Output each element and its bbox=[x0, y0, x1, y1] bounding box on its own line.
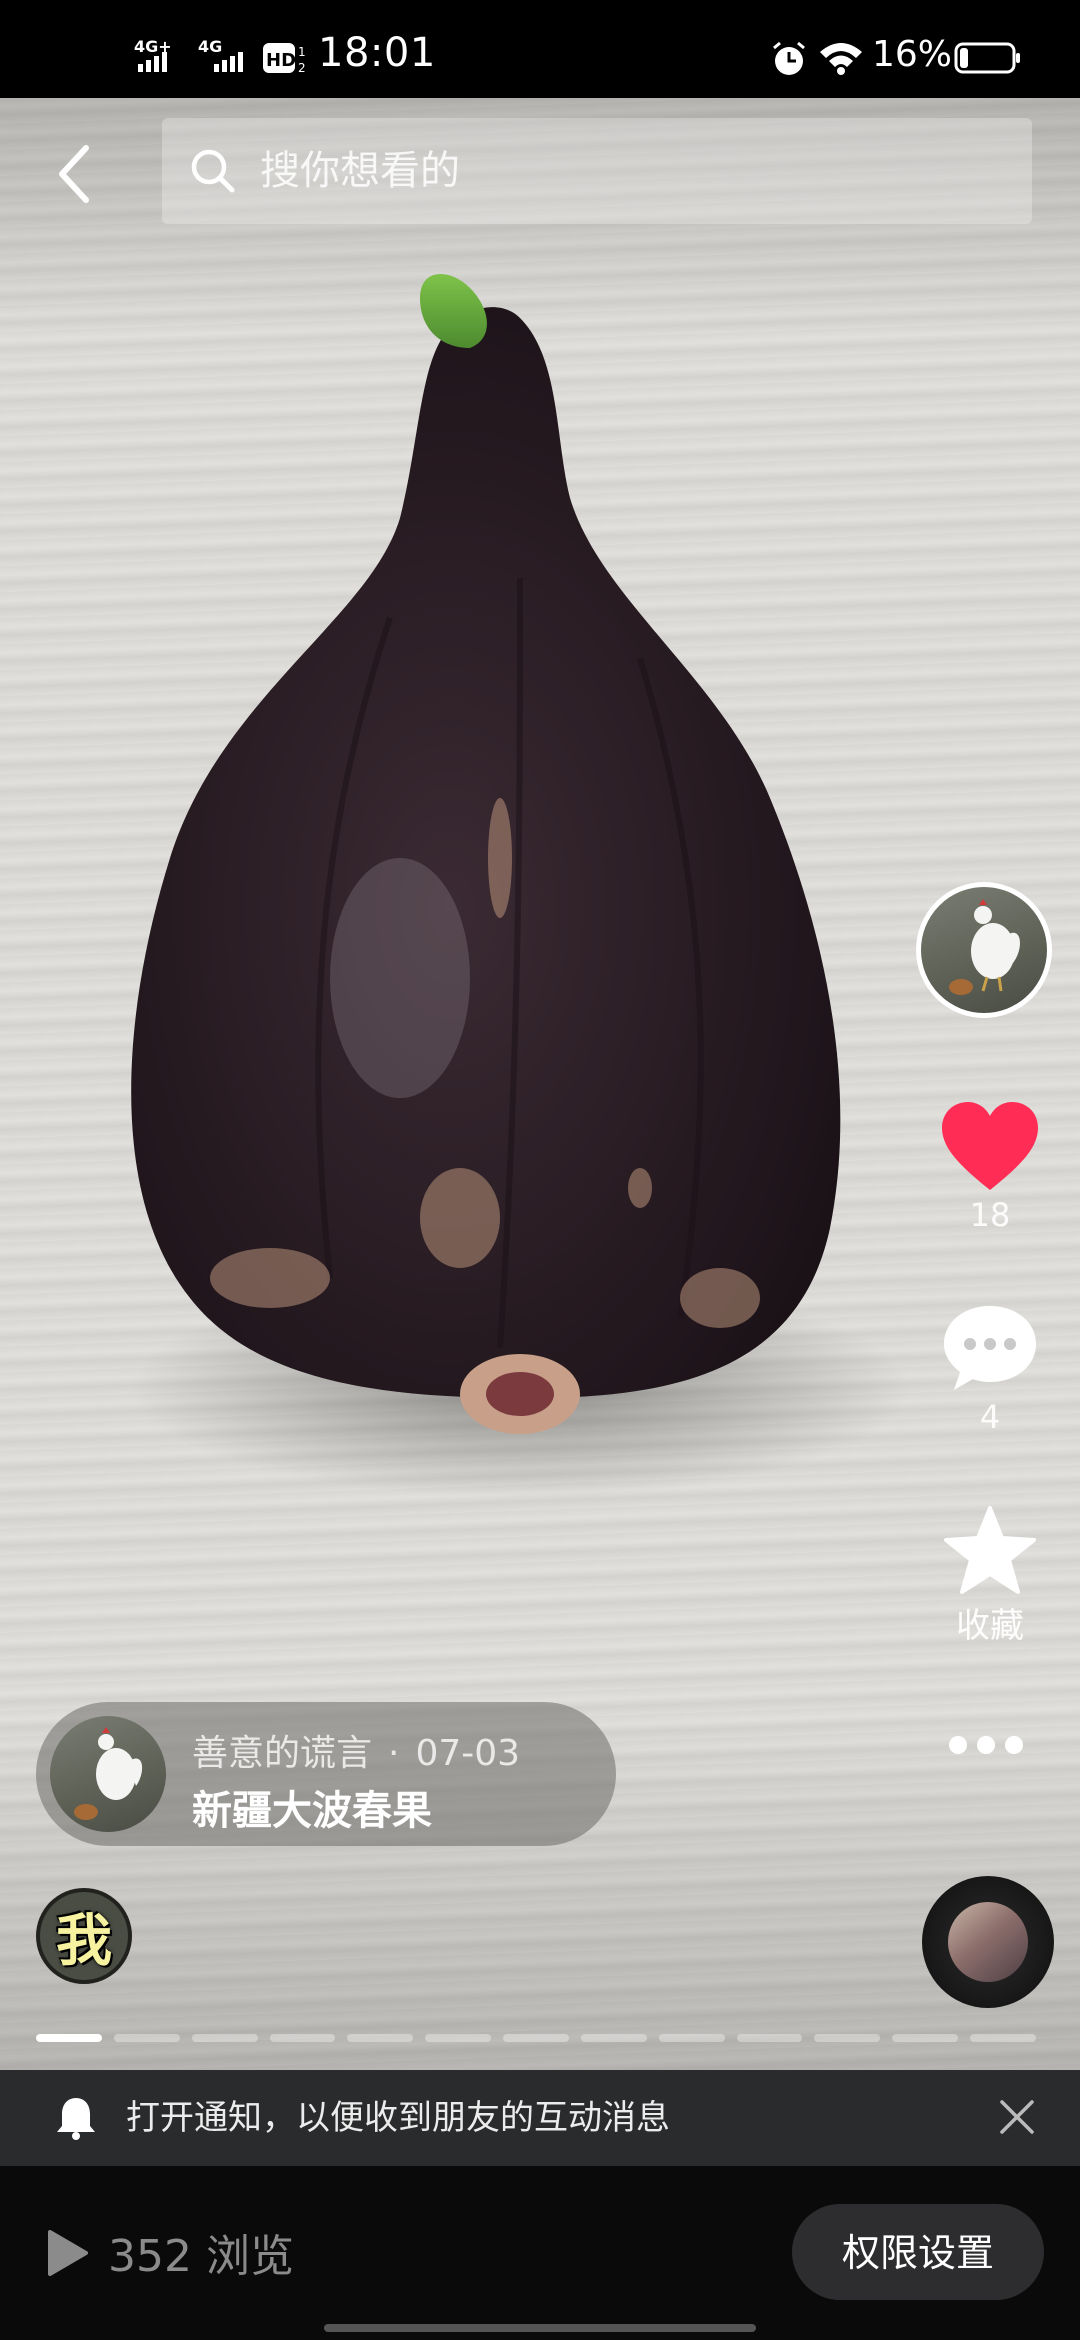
wifi-icon bbox=[820, 43, 862, 75]
author-info[interactable]: 善意的谎言 · 07-03 新疆大波春果 bbox=[36, 1702, 616, 1846]
music-cover bbox=[948, 1902, 1028, 1982]
progress-segment bbox=[814, 2034, 881, 2042]
music-disc-button[interactable] bbox=[922, 1876, 1054, 2008]
play-icon bbox=[48, 2230, 88, 2276]
like-count: 18 bbox=[969, 1196, 1011, 1234]
progress-segment bbox=[970, 2034, 1036, 2042]
author-avatar bbox=[50, 1716, 166, 1832]
progress-segment bbox=[113, 2034, 180, 2042]
comment-bubble-icon bbox=[944, 1306, 1036, 1390]
progress-segment bbox=[658, 2034, 725, 2042]
close-icon[interactable] bbox=[996, 2096, 1038, 2138]
progress-segment bbox=[503, 2034, 569, 2042]
status-bar: 4G+ 4G HD 1 2 18:01 16% bbox=[0, 0, 1080, 98]
author-name: 善意的谎言 bbox=[192, 1733, 373, 1774]
progress-segment bbox=[269, 2034, 336, 2042]
svg-text:4G: 4G bbox=[198, 37, 222, 56]
search-bar[interactable] bbox=[162, 118, 1032, 224]
author-avatar-button[interactable] bbox=[916, 882, 1052, 1018]
alarm-icon bbox=[773, 41, 805, 75]
progress-segment bbox=[36, 2034, 102, 2042]
author-meta: 善意的谎言 · 07-03 bbox=[192, 1724, 520, 1776]
svg-text:1: 1 bbox=[298, 45, 306, 59]
notification-banner[interactable]: 打开通知，以便收到朋友的互动消息 bbox=[0, 2070, 1080, 2166]
permission-settings-button[interactable]: 权限设置 bbox=[792, 2204, 1044, 2300]
svg-text:HD: HD bbox=[266, 50, 296, 71]
search-icon bbox=[191, 149, 235, 193]
meta-separator: · bbox=[388, 1733, 400, 1774]
notification-text: 打开通知，以便收到朋友的互动消息 bbox=[126, 2098, 670, 2138]
favorite-label: 收藏 bbox=[956, 1606, 1024, 1646]
progress-segment bbox=[425, 2034, 492, 2042]
heart-icon bbox=[942, 1102, 1038, 1190]
rooster-avatar-icon bbox=[949, 899, 1020, 995]
battery-percentage: 16% bbox=[872, 34, 953, 75]
battery-icon bbox=[954, 42, 1020, 74]
back-arrow-icon[interactable] bbox=[46, 134, 104, 214]
progress-segment bbox=[191, 2034, 258, 2042]
post-date: 07-03 bbox=[415, 1733, 521, 1774]
bell-icon bbox=[57, 2098, 95, 2140]
star-icon bbox=[944, 1506, 1036, 1594]
rooster-avatar-icon bbox=[74, 1727, 143, 1820]
post-image[interactable]: 18 4 收藏 善意的谎言 · 07-03 bbox=[0, 98, 1080, 2070]
my-avatar-text: 我 bbox=[56, 1908, 112, 1974]
my-avatar-button[interactable]: 我 bbox=[36, 1888, 132, 1984]
favorite-button[interactable]: 收藏 bbox=[930, 1504, 1050, 1647]
home-indicator[interactable] bbox=[324, 2324, 756, 2332]
clock: 18:01 bbox=[318, 30, 436, 76]
like-button[interactable]: 18 bbox=[930, 1100, 1050, 1234]
more-options-icon[interactable] bbox=[946, 1730, 1026, 1760]
comment-count: 4 bbox=[979, 1398, 1001, 1436]
search-input[interactable] bbox=[260, 118, 980, 224]
progress-segment bbox=[736, 2034, 803, 2042]
progress-segment bbox=[580, 2034, 647, 2042]
svg-text:2: 2 bbox=[298, 61, 306, 75]
image-progress-indicator bbox=[36, 2034, 1036, 2042]
comment-button[interactable]: 4 bbox=[930, 1302, 1050, 1436]
view-count: 352 浏览 bbox=[108, 2231, 294, 2282]
hd-voice-icon: HD 1 2 bbox=[263, 43, 306, 75]
progress-segment bbox=[892, 2034, 959, 2042]
cellular-signal-icon: 4G+ 4G bbox=[134, 37, 243, 72]
progress-segment bbox=[347, 2034, 414, 2042]
post-title: 新疆大波春果 bbox=[192, 1788, 432, 1834]
bottom-bar: 352 浏览 权限设置 bbox=[0, 2166, 1080, 2340]
